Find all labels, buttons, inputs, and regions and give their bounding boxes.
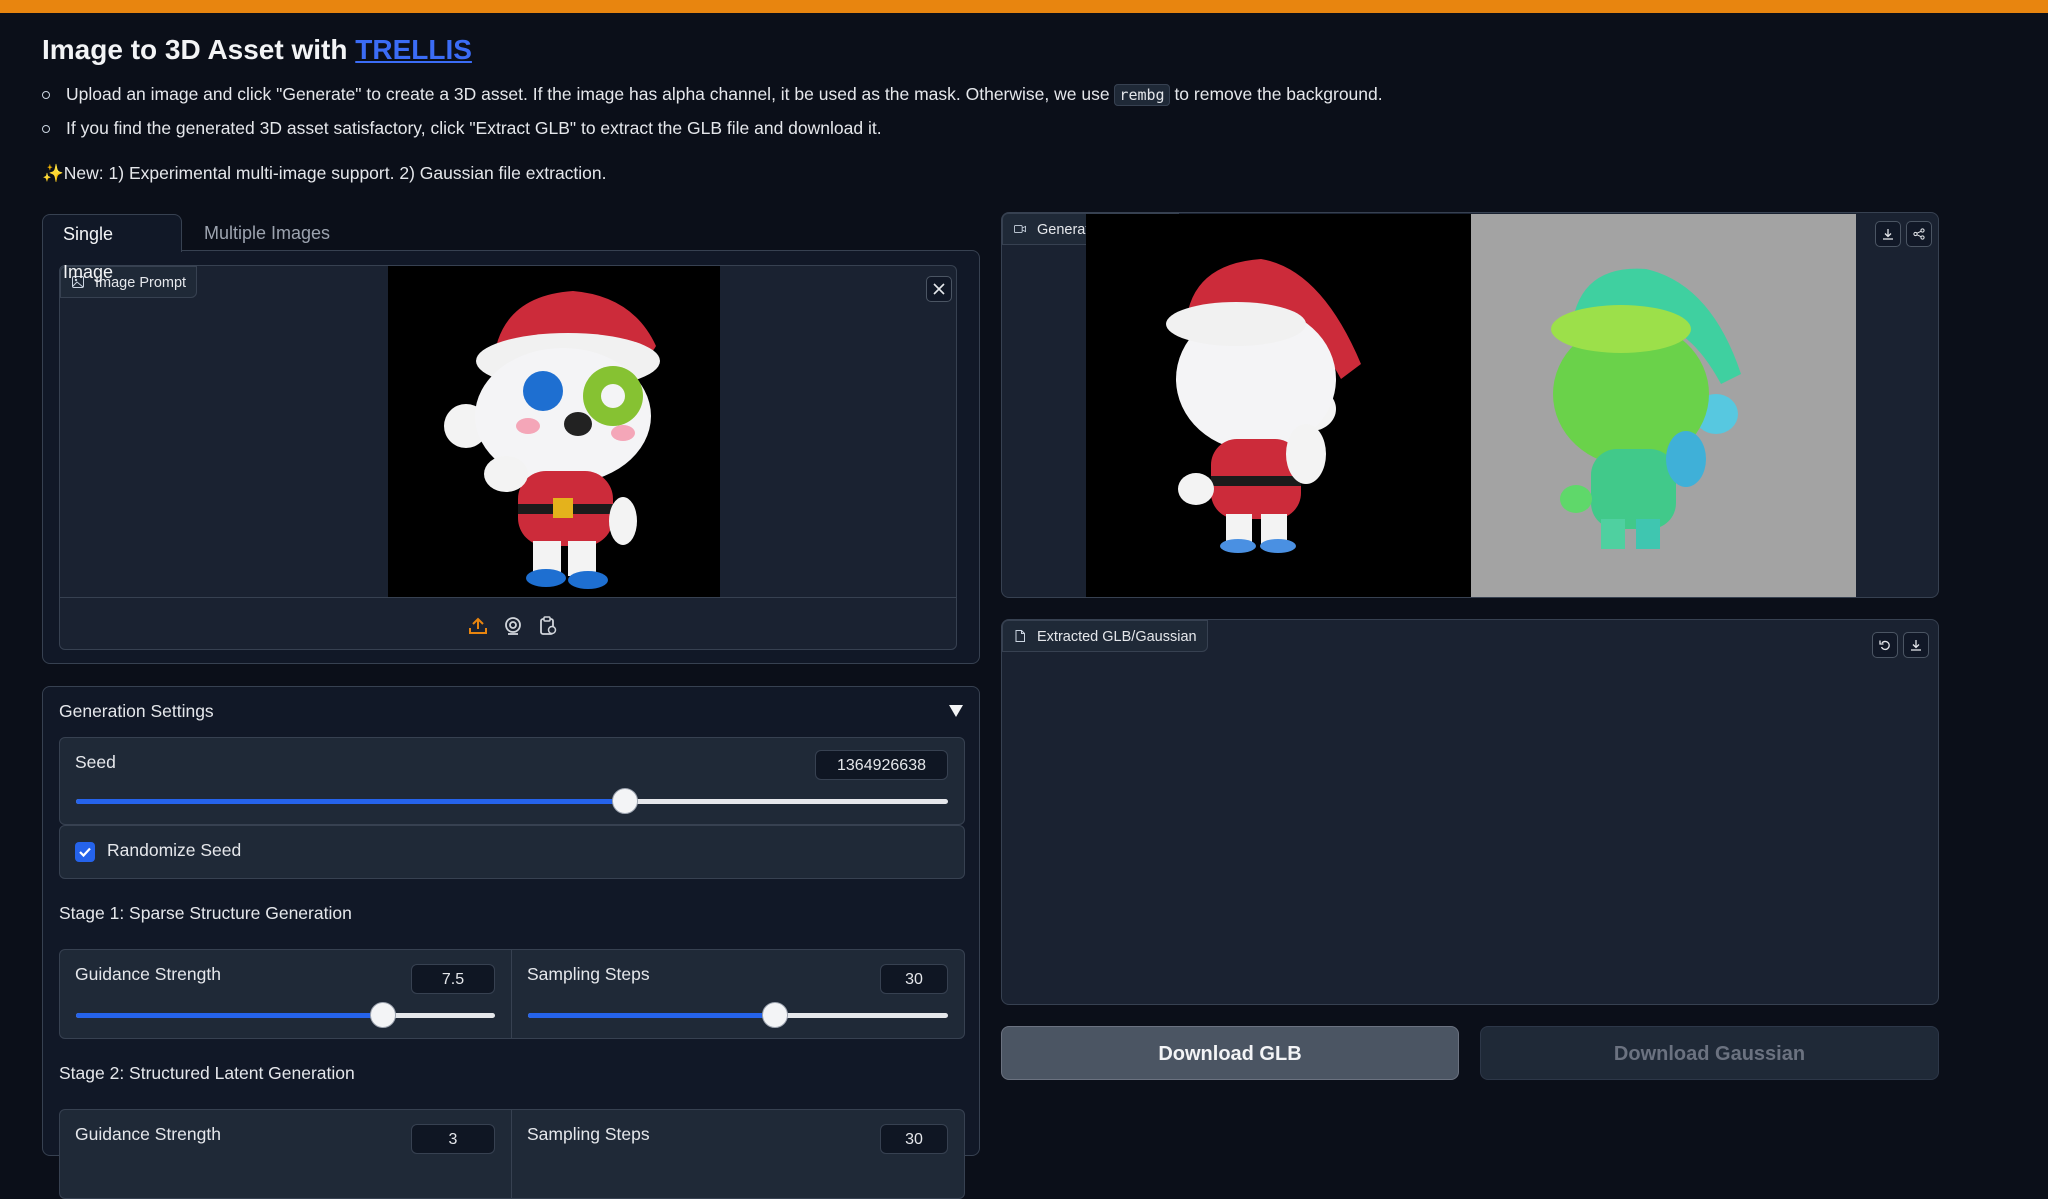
close-icon[interactable]	[926, 276, 952, 302]
stage2-steps-input[interactable]: 30	[880, 1124, 948, 1154]
upload-icon[interactable]	[468, 616, 488, 636]
top-accent-bar	[0, 0, 2048, 13]
stage1-guidance-fill	[76, 1013, 384, 1018]
seed-label: Seed	[75, 752, 116, 772]
undo-icon[interactable]	[1872, 632, 1898, 658]
stage1-guidance-thumb[interactable]	[370, 1002, 397, 1028]
bullet-icon	[42, 91, 50, 99]
bullet-icon	[42, 125, 50, 133]
share-icon[interactable]	[1906, 221, 1932, 247]
stage2-steps-label: Sampling Steps	[527, 1124, 650, 1144]
extracted-label: Extracted GLB/Gaussian	[1002, 620, 1208, 652]
download-gaussian-button[interactable]: Download Gaussian	[1480, 1026, 1939, 1080]
instruction-item: If you find the generated 3D asset satis…	[42, 114, 1942, 148]
stage1-steps-input[interactable]: 30	[880, 964, 948, 994]
extracted-model-viewer: Extracted GLB/Gaussian	[1001, 619, 1939, 1005]
tab-single-image[interactable]: Single Image	[42, 214, 182, 282]
seed-slider-thumb[interactable]	[612, 788, 639, 814]
instruction-item: Upload an image and click "Generate" to …	[42, 80, 1942, 114]
download-glb-button[interactable]: Download GLB	[1001, 1026, 1459, 1080]
download-icon[interactable]	[1875, 221, 1901, 247]
stage1-title: Stage 1: Sparse Structure Generation	[59, 903, 352, 923]
instruction-text: Upload an image and click "Generate" to …	[66, 84, 1115, 104]
webcam-icon[interactable]	[503, 616, 523, 636]
stage2-title: Stage 2: Structured Latent Generation	[59, 1063, 355, 1083]
checkmark-icon	[79, 847, 91, 858]
title-text: Image to 3D Asset with	[42, 34, 356, 65]
instructions-list: Upload an image and click "Generate" to …	[42, 80, 1942, 148]
instruction-text: to remove the background.	[1169, 84, 1383, 104]
seed-block: Seed 1364926638	[59, 737, 965, 825]
stage1-guidance-slider[interactable]	[76, 1002, 495, 1028]
seed-slider[interactable]	[76, 788, 948, 814]
trellis-link[interactable]: TRELLIS	[355, 34, 472, 65]
stage1-steps-fill	[528, 1013, 775, 1018]
divider	[60, 597, 956, 598]
generation-settings-panel: Generation Settings Seed 1364926638 Rand…	[42, 686, 980, 1199]
uploaded-image	[388, 266, 720, 598]
stage1-steps-slider[interactable]	[528, 1002, 948, 1028]
generation-settings-title: Generation Settings	[59, 701, 214, 721]
new-features-note: ✨New: 1) Experimental multi-image suppor…	[42, 163, 607, 183]
extracted-label-text: Extracted GLB/Gaussian	[1037, 629, 1197, 645]
instruction-text: If you find the generated 3D asset satis…	[66, 118, 882, 138]
rendered-video-frame	[1086, 214, 1856, 597]
stage1-guidance-label: Guidance Strength	[75, 964, 221, 984]
collapse-triangle-icon[interactable]	[949, 705, 963, 717]
stage1-block: Guidance Strength 7.5 Sampling Steps 30	[59, 949, 965, 1039]
stage2-guidance-input[interactable]: 3	[411, 1124, 495, 1154]
santa-character-image	[444, 291, 660, 589]
page-title: Image to 3D Asset with TRELLIS	[42, 34, 472, 66]
rendered-video	[1086, 214, 1856, 597]
clipboard-icon[interactable]	[538, 616, 558, 636]
randomize-seed-label: Randomize Seed	[107, 840, 242, 860]
randomize-seed-block: Randomize Seed	[59, 825, 965, 879]
divider	[511, 1110, 512, 1198]
stage1-guidance-input[interactable]: 7.5	[411, 964, 495, 994]
stage1-steps-thumb[interactable]	[761, 1002, 788, 1028]
tab-multiple-images[interactable]: Multiple Images	[184, 214, 350, 252]
divider	[511, 950, 512, 1038]
rembg-code: rembg	[1114, 84, 1170, 106]
stage2-guidance-label: Guidance Strength	[75, 1124, 221, 1144]
seed-slider-fill	[76, 799, 626, 804]
seed-input[interactable]: 1364926638	[815, 750, 948, 780]
randomize-seed-checkbox[interactable]	[75, 842, 95, 862]
stage2-block: Guidance Strength 3 Sampling Steps 30	[59, 1109, 965, 1199]
stage1-steps-label: Sampling Steps	[527, 964, 650, 984]
image-prompt-dropzone[interactable]: Image Prompt	[59, 265, 957, 650]
download-icon[interactable]	[1903, 632, 1929, 658]
file-icon	[1015, 630, 1025, 642]
single-image-panel: Image Prompt	[42, 250, 980, 664]
video-icon	[1014, 225, 1026, 233]
generated-asset-viewer: Generated 3D Asset	[1001, 212, 1939, 598]
